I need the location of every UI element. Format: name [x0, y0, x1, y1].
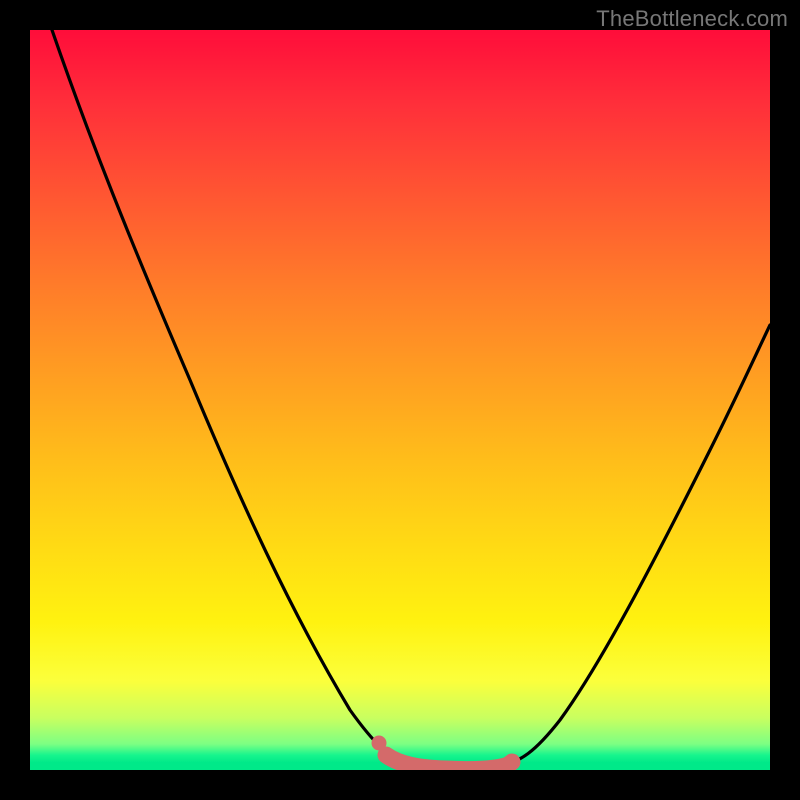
highlight-dot: [372, 736, 387, 751]
chart-frame: TheBottleneck.com: [0, 0, 800, 800]
bottleneck-curve-path: [52, 30, 770, 769]
highlight-bar: [386, 755, 512, 770]
watermark-text: TheBottleneck.com: [596, 6, 788, 32]
bottleneck-curve-svg: [30, 30, 770, 770]
plot-area: [30, 30, 770, 770]
